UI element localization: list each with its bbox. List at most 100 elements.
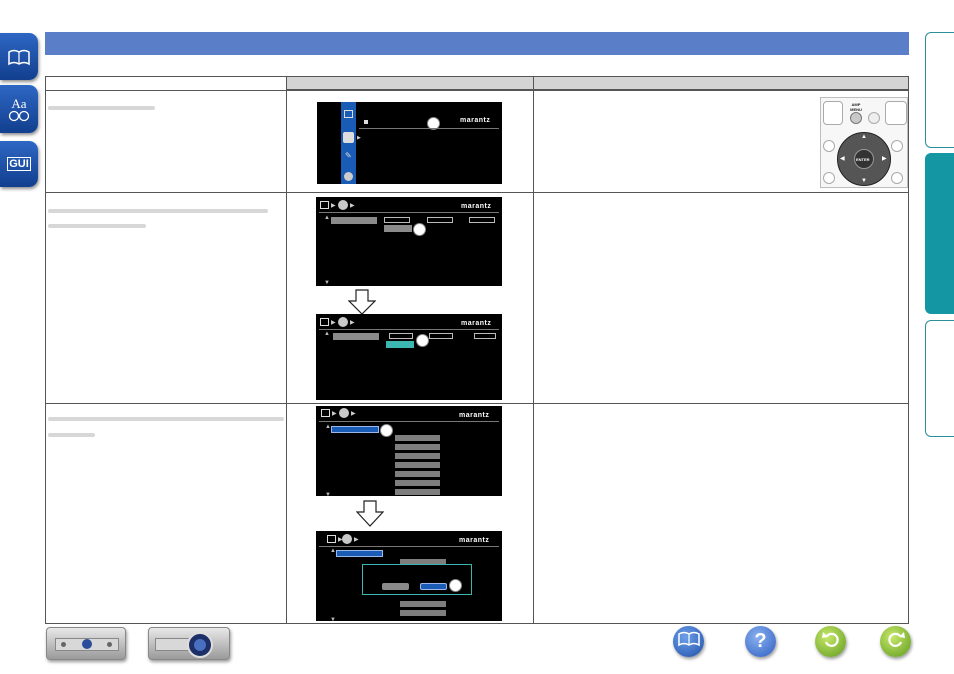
receiver-zoom-button[interactable] — [148, 627, 230, 660]
input-icon — [321, 409, 330, 417]
option-box — [427, 217, 453, 223]
knob-icon — [61, 642, 66, 647]
list-item — [400, 610, 446, 616]
tool-icon: ✎ — [345, 151, 352, 160]
breadcrumb-arrow-icon: ▶ — [351, 411, 356, 417]
dpad-up-icon: ▲ — [861, 134, 867, 140]
enter-label: ENTER — [856, 157, 870, 162]
option-box — [469, 217, 495, 223]
receiver-front-button[interactable] — [46, 627, 126, 660]
right-tab-3[interactable] — [925, 320, 954, 437]
knob-icon — [107, 642, 112, 647]
row-divider — [45, 192, 909, 193]
back-button[interactable] — [815, 626, 846, 657]
amp-menu-button — [850, 112, 862, 124]
title-bar — [45, 32, 909, 55]
selected-item — [336, 550, 383, 557]
input-icon — [320, 318, 329, 326]
dialog-cancel-button[interactable] — [382, 583, 409, 590]
cursor-indicator — [449, 579, 462, 592]
option-box — [429, 333, 453, 339]
info-icon — [344, 172, 353, 181]
table-header — [286, 76, 909, 90]
book-icon — [677, 631, 700, 652]
menu-arrow-icon: ▶ — [357, 135, 361, 141]
gui-screen-menu: ✎ ▶ marantz — [317, 102, 502, 184]
option-box — [389, 333, 413, 339]
contents-button[interactable] — [673, 626, 704, 657]
breadcrumb-arrow-icon: ▶ — [350, 203, 355, 209]
gui-screen-dialog: ▶ ▶ marantz ▲ ▼ — [316, 531, 502, 621]
option-box — [384, 217, 410, 223]
remote-button — [868, 112, 880, 124]
step-3-text — [48, 417, 284, 421]
selected-item — [331, 217, 377, 224]
list-item — [395, 480, 440, 486]
brand-logo: marantz — [460, 117, 491, 124]
column-divider — [286, 76, 287, 624]
scroll-up-icon: ▲ — [324, 331, 330, 337]
selected-item — [331, 426, 379, 433]
step-2-text — [48, 209, 268, 213]
scroll-down-icon: ▼ — [330, 617, 336, 621]
back-icon — [821, 630, 840, 653]
remote-button — [891, 140, 903, 152]
input-icon — [327, 535, 336, 543]
remote-button — [885, 101, 907, 125]
glossary-icon — [8, 110, 30, 122]
input-icon — [320, 201, 329, 209]
glossary-label: Aa — [11, 95, 27, 111]
gui-screen-setting-selected: ▶ ▶ marantz ▲ — [316, 314, 502, 400]
dpad-down-icon: ▼ — [861, 178, 867, 184]
dialog-ok-button[interactable] — [420, 583, 447, 590]
forward-button[interactable] — [880, 626, 911, 657]
settings-icon — [342, 534, 352, 544]
gui-button[interactable]: GUI — [0, 141, 38, 187]
breadcrumb-arrow-icon: ▶ — [354, 537, 359, 543]
gui-icon: GUI — [7, 157, 31, 171]
settings-icon — [338, 200, 348, 210]
scroll-up-icon: ▲ — [324, 215, 330, 221]
remote-button — [823, 140, 835, 152]
cursor-indicator — [380, 424, 393, 437]
brand-logo: marantz — [459, 412, 490, 419]
step-1-text — [48, 106, 155, 110]
help-icon: ? — [754, 630, 767, 652]
right-tab-2[interactable] — [925, 153, 954, 314]
step-3-text — [48, 433, 95, 437]
remote-control: AMP MENU ENTER ▲ ▼ ◀ ▶ — [820, 97, 908, 188]
row-divider — [45, 90, 909, 91]
option-highlight — [384, 225, 412, 232]
right-tab-1[interactable] — [925, 32, 954, 148]
selected-item — [333, 333, 379, 340]
breadcrumb-arrow-icon: ▶ — [331, 203, 336, 209]
gui-screen-list: ▶ ▶ marantz ▲ ▼ — [316, 406, 502, 496]
dpad-right-icon: ▶ — [882, 156, 887, 162]
brand-logo: marantz — [459, 537, 490, 544]
screen-divider — [319, 329, 499, 330]
menu-marker-icon — [364, 120, 368, 124]
brand-logo: marantz — [461, 320, 492, 327]
cursor-indicator — [416, 334, 429, 347]
breadcrumb-arrow-icon: ▶ — [350, 320, 355, 326]
brand-logo: marantz — [461, 203, 492, 210]
list-item — [395, 471, 440, 477]
remote-button — [823, 172, 835, 184]
input-icon — [344, 110, 353, 118]
row-divider — [45, 403, 909, 404]
screen-divider — [319, 546, 499, 547]
forward-icon — [887, 630, 905, 653]
volume-knob-icon — [82, 639, 92, 649]
remote-button — [891, 172, 903, 184]
list-item — [395, 444, 440, 450]
glossary-button[interactable]: Aa — [0, 85, 38, 133]
screen-divider — [359, 128, 499, 129]
dpad-left-icon: ◀ — [840, 156, 845, 162]
manual-button[interactable] — [0, 33, 38, 80]
screen-divider — [319, 212, 499, 213]
list-item — [395, 462, 440, 468]
magnifier-lens-icon — [194, 639, 206, 651]
scroll-down-icon: ▼ — [324, 280, 330, 286]
help-button[interactable]: ? — [745, 626, 776, 657]
settings-icon — [343, 132, 354, 143]
